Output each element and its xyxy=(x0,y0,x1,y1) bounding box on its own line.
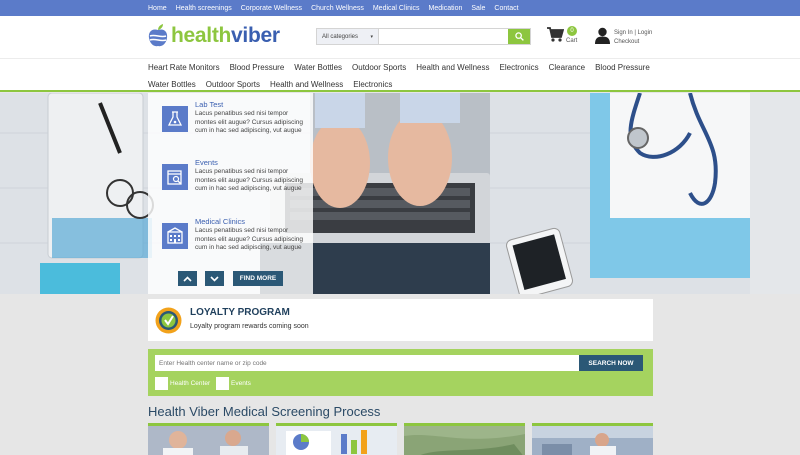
scroll-down-button[interactable] xyxy=(205,271,224,286)
calendar-search-icon xyxy=(162,164,188,190)
chevron-up-icon xyxy=(183,275,192,282)
shopping-cart-icon xyxy=(547,27,565,42)
category-blood-pressure[interactable]: Blood Pressure xyxy=(230,63,285,72)
top-nav-corporate-wellness[interactable]: Corporate Wellness xyxy=(241,5,302,12)
service-description: Lacus penatibus sed nisi tempor montes e… xyxy=(195,227,304,251)
search-button[interactable] xyxy=(508,29,530,44)
events-checkbox[interactable] xyxy=(216,377,229,390)
category-heart-rate-monitors[interactable]: Heart Rate Monitors xyxy=(148,63,220,72)
top-nav-links: Home Health screenings Corporate Wellnes… xyxy=(148,0,519,16)
account-link-separator: | xyxy=(634,30,636,36)
service-title: Events xyxy=(195,158,218,167)
top-nav-church-wellness[interactable]: Church Wellness xyxy=(311,5,364,12)
checkout-link[interactable]: Checkout xyxy=(614,39,639,45)
product-search-bar: All categories ▾ xyxy=(316,28,531,45)
loyalty-title: LOYALTY PROGRAM xyxy=(190,307,290,318)
cart-count-badge: 0 xyxy=(567,26,577,36)
user-icon xyxy=(595,27,610,44)
top-nav-sale[interactable]: Sale xyxy=(471,5,485,12)
hero-background-image xyxy=(0,93,800,294)
doctors-photo xyxy=(148,426,269,455)
category-nav: Heart Rate Monitors Blood Pressure Water… xyxy=(0,58,800,92)
health-center-filter[interactable]: Health Center xyxy=(155,377,210,390)
cart-label: Cart xyxy=(566,38,578,44)
map-photo xyxy=(404,426,525,455)
process-section-title: Health Viber Medical Screening Process xyxy=(148,404,381,419)
health-center-search-input[interactable] xyxy=(155,355,579,371)
find-more-button[interactable]: FIND MORE xyxy=(233,271,283,286)
top-nav-contact[interactable]: Contact xyxy=(494,5,518,12)
site-logo[interactable]: healthviber xyxy=(148,24,280,48)
logo-text-viber: viber xyxy=(231,24,280,47)
search-icon xyxy=(514,32,524,41)
category-electronics[interactable]: Electronics xyxy=(500,63,539,72)
category-clearance[interactable]: Clearance xyxy=(549,63,585,72)
process-thumbnail[interactable] xyxy=(532,423,653,455)
login-link[interactable]: Login xyxy=(638,30,653,36)
category-blood-pressure-2[interactable]: Blood Pressure xyxy=(595,63,650,72)
category-water-bottles[interactable]: Water Bottles xyxy=(294,63,342,72)
loyalty-badge-icon xyxy=(155,307,182,334)
clinic-building-icon xyxy=(162,223,188,249)
category-select[interactable]: All categories ▾ xyxy=(317,29,379,44)
apple-logo-icon xyxy=(148,24,168,48)
category-health-and-wellness[interactable]: Health and Wellness xyxy=(416,63,489,72)
chevron-down-icon xyxy=(210,275,219,282)
logo-wordmark: healthviber xyxy=(171,24,280,48)
service-title: Lab Test xyxy=(195,100,224,109)
health-center-search-panel: SEARCH NOW Health Center Events xyxy=(148,349,653,396)
sign-in-link[interactable]: Sign In xyxy=(614,30,633,36)
clinic-photo xyxy=(532,426,653,455)
service-title: Medical Clinics xyxy=(195,217,246,226)
top-nav-home[interactable]: Home xyxy=(148,5,167,12)
service-description: Lacus penatibus sed nisi tempor montes e… xyxy=(195,110,304,134)
category-outdoor-sports-2[interactable]: Outdoor Sports xyxy=(206,80,260,89)
process-thumbnail[interactable] xyxy=(148,423,269,455)
account-area: Sign In | Login Checkout xyxy=(595,27,652,49)
service-description: Lacus penatibus sed nisi tempor montes e… xyxy=(195,168,304,192)
top-nav-medication[interactable]: Medication xyxy=(429,5,463,12)
scroll-up-button[interactable] xyxy=(178,271,197,286)
process-thumbnail[interactable] xyxy=(404,423,525,455)
category-row-2: Water Bottles Outdoor Sports Health and … xyxy=(148,80,392,89)
category-outdoor-sports[interactable]: Outdoor Sports xyxy=(352,63,406,72)
health-center-checkbox[interactable] xyxy=(155,377,168,390)
events-checkbox-label: Events xyxy=(231,380,251,387)
loyalty-program-card[interactable]: LOYALTY PROGRAM Loyalty program rewards … xyxy=(148,299,653,341)
category-water-bottles-2[interactable]: Water Bottles xyxy=(148,80,196,89)
top-nav-bar: Home Health screenings Corporate Wellnes… xyxy=(0,0,800,16)
services-panel: Lab Test Lacus penatibus sed nisi tempor… xyxy=(148,93,313,294)
category-row-1: Heart Rate Monitors Blood Pressure Water… xyxy=(148,63,650,72)
lab-flask-icon xyxy=(162,106,188,132)
cart-button[interactable]: 0 Cart xyxy=(547,26,577,47)
category-electronics-2[interactable]: Electronics xyxy=(353,80,392,89)
top-nav-health-screenings[interactable]: Health screenings xyxy=(176,5,232,12)
product-search-input[interactable] xyxy=(379,29,508,44)
logo-text-health: health xyxy=(171,24,232,47)
hero-banner: Lab Test Lacus penatibus sed nisi tempor… xyxy=(0,93,800,294)
top-nav-medical-clinics[interactable]: Medical Clinics xyxy=(373,5,420,12)
loyalty-subtitle: Loyalty program rewards coming soon xyxy=(190,323,309,330)
category-health-and-wellness-2[interactable]: Health and Wellness xyxy=(270,80,343,89)
events-filter[interactable]: Events xyxy=(216,377,251,390)
report-chart-photo xyxy=(276,426,397,455)
dropdown-caret-icon: ▾ xyxy=(370,33,373,40)
account-links: Sign In | Login Checkout xyxy=(614,29,652,47)
search-now-button[interactable]: SEARCH NOW xyxy=(579,355,643,371)
process-thumbnail[interactable] xyxy=(276,423,397,455)
health-center-checkbox-label: Health Center xyxy=(170,380,211,387)
category-select-value: All categories xyxy=(322,33,359,40)
